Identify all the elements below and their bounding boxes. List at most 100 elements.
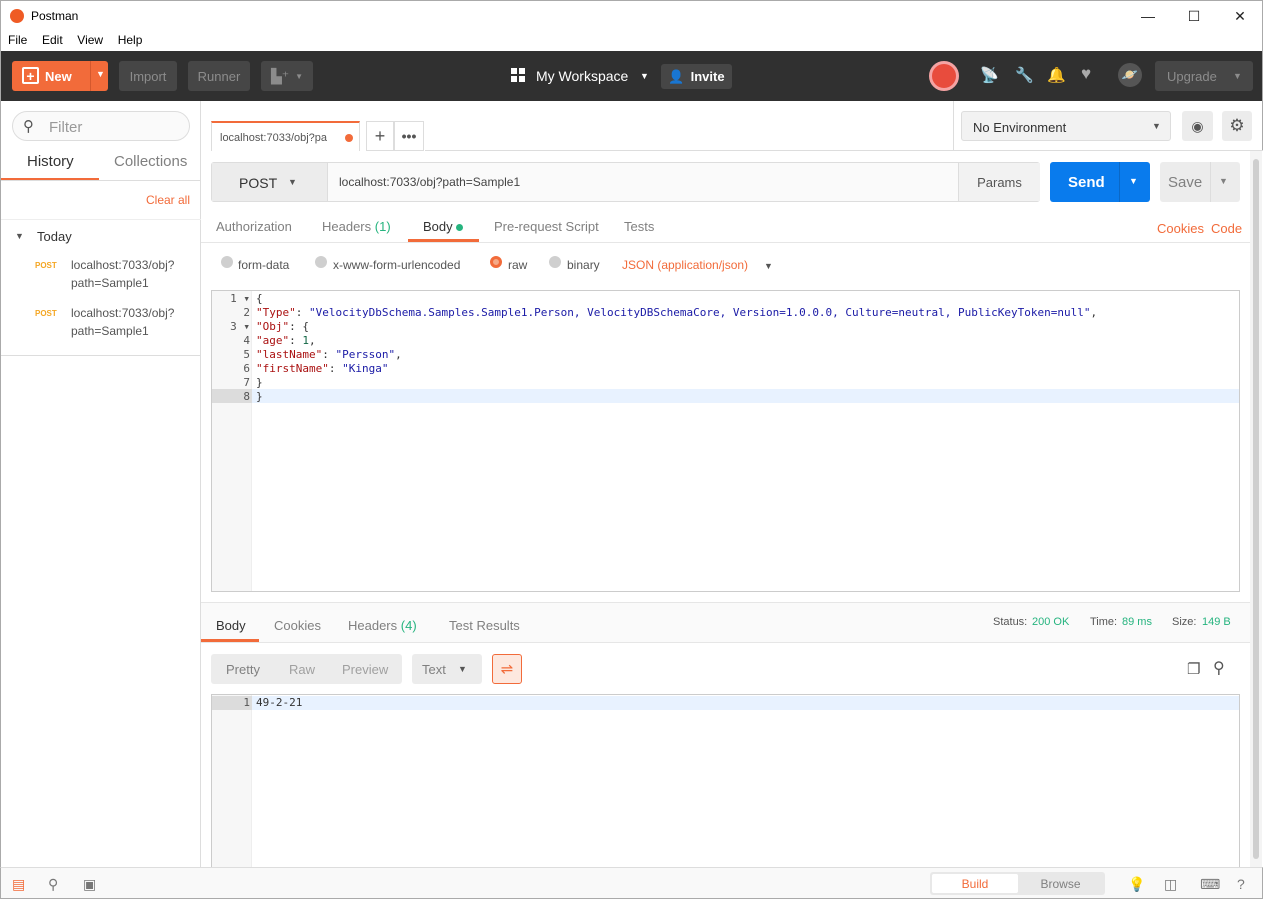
menu-view[interactable]: View bbox=[66, 30, 103, 47]
code-line: "firstName": "Kinga" bbox=[256, 362, 389, 375]
upgrade-button[interactable]: Upgrade ▼ bbox=[1155, 61, 1253, 91]
sync-status-icon[interactable] bbox=[929, 61, 959, 91]
sidebar: ⚲ Filter History Collections Clear all ▼… bbox=[0, 101, 201, 867]
planet-avatar-icon[interactable]: 🪐 bbox=[1118, 63, 1142, 87]
chevron-down-icon[interactable]: ▼ bbox=[764, 261, 773, 271]
lightbulb-icon[interactable]: 💡 bbox=[1128, 876, 1145, 893]
satellite-icon[interactable]: 📡 bbox=[980, 66, 999, 84]
find-icon[interactable]: ⚲ bbox=[48, 876, 58, 893]
radio-binary[interactable] bbox=[549, 256, 561, 271]
heart-icon[interactable]: ♥ bbox=[1081, 64, 1091, 84]
environment-select[interactable]: No Environment ▼ bbox=[961, 111, 1171, 141]
send-button[interactable]: Send ▼ bbox=[1050, 162, 1150, 202]
response-tab-cookies[interactable]: Cookies bbox=[274, 618, 321, 633]
keyboard-icon[interactable]: ⌨ bbox=[1200, 876, 1220, 893]
help-icon[interactable]: ? bbox=[1237, 876, 1245, 892]
chevron-down-icon[interactable]: ▼ bbox=[1129, 176, 1138, 186]
line-number: 3 ▾ bbox=[230, 320, 250, 333]
chevron-down-icon[interactable]: ▼ bbox=[96, 69, 105, 79]
menu-file[interactable]: File bbox=[1, 30, 27, 47]
radio-urlencoded[interactable] bbox=[315, 256, 327, 271]
tab-authorization[interactable]: Authorization bbox=[216, 219, 292, 234]
history-item[interactable]: POST localhost:7033/obj? path=Sample1 bbox=[1, 299, 201, 347]
view-pretty[interactable]: Pretty bbox=[226, 662, 260, 677]
unsaved-dot-icon[interactable] bbox=[345, 134, 353, 142]
two-pane-icon[interactable]: ◫ bbox=[1164, 876, 1177, 893]
view-mode-group: Pretty Raw Preview bbox=[211, 654, 402, 684]
more-tabs-icon[interactable]: ••• bbox=[394, 121, 424, 151]
cookies-link[interactable]: Cookies bbox=[1157, 221, 1204, 236]
eye-icon[interactable]: ◉ bbox=[1182, 111, 1213, 141]
radio-raw[interactable] bbox=[490, 256, 502, 271]
search-icon[interactable]: ⚲ bbox=[1213, 658, 1225, 678]
time-label: Time: bbox=[1090, 616, 1118, 628]
line-number: 1 bbox=[243, 696, 250, 709]
toggle-sidebar-icon[interactable]: ▤ bbox=[12, 876, 25, 893]
close-button[interactable]: ✕ bbox=[1217, 1, 1263, 31]
format-select[interactable]: Text ▼ bbox=[412, 654, 482, 684]
divider bbox=[1, 219, 201, 220]
tab-headers[interactable]: Headers (1) bbox=[322, 219, 391, 234]
gear-icon[interactable]: ⚙ bbox=[1222, 111, 1252, 141]
menu-edit[interactable]: Edit bbox=[31, 30, 63, 47]
response-tab-body[interactable]: Body bbox=[216, 618, 246, 633]
content-type-select[interactable]: JSON (application/json) bbox=[622, 258, 748, 272]
divider bbox=[1210, 162, 1211, 202]
radio-icon bbox=[549, 256, 561, 268]
filter-input[interactable]: ⚲ Filter bbox=[12, 111, 190, 141]
new-button[interactable]: + New ▼ bbox=[12, 61, 108, 91]
scrollbar[interactable] bbox=[1250, 151, 1262, 867]
send-label: Send bbox=[1068, 174, 1105, 191]
invite-button[interactable]: 👤 Invite bbox=[661, 64, 732, 89]
workspace-switcher[interactable]: My Workspace bbox=[536, 68, 628, 84]
view-raw[interactable]: Raw bbox=[289, 662, 315, 677]
tab-prerequest-script[interactable]: Pre-request Script bbox=[494, 219, 599, 234]
scrollbar-thumb[interactable] bbox=[1253, 159, 1259, 859]
tab-collections[interactable]: Collections bbox=[114, 153, 187, 170]
radio-icon bbox=[221, 256, 233, 268]
build-mode-button[interactable]: Build bbox=[932, 874, 1018, 893]
code-link[interactable]: Code bbox=[1211, 221, 1242, 236]
method-value: POST bbox=[239, 175, 278, 191]
bell-icon[interactable]: 🔔 bbox=[1047, 66, 1066, 84]
chevron-down-icon[interactable]: ▼ bbox=[15, 231, 24, 241]
plus-icon: + bbox=[22, 67, 39, 84]
copy-icon[interactable]: ❐ bbox=[1187, 660, 1200, 678]
request-tab[interactable]: localhost:7033/obj?pa bbox=[211, 121, 360, 151]
new-window-button[interactable]: ▙⁺ ▼ bbox=[261, 61, 313, 91]
response-tab-test-results[interactable]: Test Results bbox=[449, 618, 520, 633]
runner-button[interactable]: Runner bbox=[188, 61, 250, 91]
divider bbox=[1, 355, 201, 356]
wrap-lines-icon[interactable]: ⇌ bbox=[492, 654, 522, 684]
tab-tests[interactable]: Tests bbox=[624, 219, 654, 234]
tab-body[interactable]: Body bbox=[423, 219, 464, 234]
add-tab-button[interactable]: + bbox=[366, 121, 394, 151]
params-button[interactable]: Params bbox=[958, 163, 1040, 201]
code-line: { bbox=[256, 292, 263, 305]
url-input[interactable]: localhost:7033/obj?path=Sample1 bbox=[339, 175, 520, 189]
history-item[interactable]: POST localhost:7033/obj? path=Sample1 bbox=[1, 251, 201, 299]
window-plus-icon: ▙⁺ bbox=[270, 67, 290, 84]
menu-bar: File Edit View Help bbox=[0, 30, 1263, 51]
minimize-button[interactable]: — bbox=[1125, 1, 1171, 31]
view-preview[interactable]: Preview bbox=[342, 662, 388, 677]
response-body-viewer[interactable]: 1 49-2-21 bbox=[211, 694, 1240, 868]
menu-help[interactable]: Help bbox=[107, 30, 143, 47]
wrench-icon[interactable]: 🔧 bbox=[1015, 66, 1034, 84]
history-group-today[interactable]: Today bbox=[37, 229, 72, 244]
divider bbox=[1, 180, 201, 181]
tab-history[interactable]: History bbox=[27, 153, 74, 170]
request-body-editor[interactable]: 1 ▾ 2 3 ▾ 4 5 6 7 8 {"Type": "VelocityDbSc… bbox=[211, 290, 1240, 592]
maximize-button[interactable]: ☐ bbox=[1171, 1, 1217, 31]
response-tab-headers[interactable]: Headers (4) bbox=[348, 618, 417, 633]
save-button[interactable]: Save ▼ bbox=[1160, 162, 1240, 202]
console-icon[interactable]: ▣ bbox=[83, 876, 96, 893]
browse-mode-button[interactable]: Browse bbox=[1018, 874, 1103, 893]
method-select[interactable]: POST ▼ bbox=[212, 163, 328, 201]
radio-form-data[interactable] bbox=[221, 256, 233, 271]
tab-body-label: Body bbox=[423, 219, 453, 234]
chevron-down-icon[interactable]: ▼ bbox=[640, 71, 649, 81]
import-button[interactable]: Import bbox=[119, 61, 177, 91]
clear-all-link[interactable]: Clear all bbox=[146, 193, 190, 207]
chevron-down-icon[interactable]: ▼ bbox=[1219, 176, 1228, 186]
